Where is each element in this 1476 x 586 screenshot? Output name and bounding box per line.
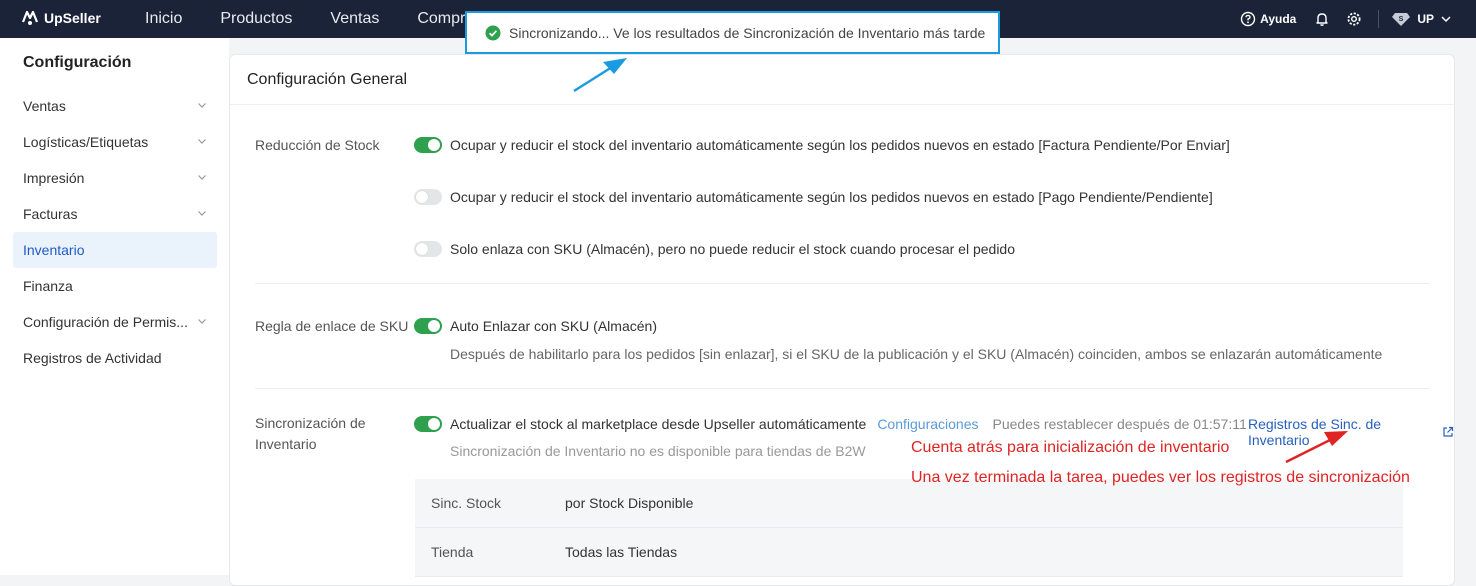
sidebar-item-label: Facturas (23, 206, 78, 222)
chevron-down-icon (197, 136, 207, 149)
gear-icon[interactable] (1346, 11, 1362, 27)
sidebar-item-label: Impresión (23, 170, 85, 186)
bell-icon[interactable] (1314, 11, 1330, 27)
sku-link-label: Regla de enlace de SKU (255, 318, 409, 334)
diamond-icon: S (1391, 11, 1411, 27)
stock-reduction-toggle-2[interactable] (414, 189, 442, 205)
row-key: Sinc. Stock (431, 495, 502, 511)
option-text: Ocupar y reducir el stock del inventario… (450, 189, 1213, 205)
table-row: Tienda Todas las Tiendas (415, 528, 1403, 577)
sku-link-hint: Después de habilitarlo para los pedidos … (450, 346, 1383, 362)
sidebar-item-label: Ventas (23, 98, 66, 114)
nav-ventas[interactable]: Ventas (311, 0, 398, 38)
sidebar-item-label: Logísticas/Etiquetas (23, 134, 149, 150)
chevron-down-icon (197, 172, 207, 185)
chevron-down-icon (197, 208, 207, 221)
user-name: UP (1417, 12, 1434, 26)
help-label: Ayuda (1260, 12, 1297, 26)
section-divider (255, 388, 1429, 389)
toast-text: Sincronizando... Ve los resultados de Si… (509, 24, 986, 41)
annotation-logs: Una vez terminada la tarea, puedes ver l… (911, 469, 1410, 486)
stock-reduction-option-1: Ocupar y reducir el stock del inventario… (414, 137, 1230, 153)
sync-toast: Sincronizando... Ve los resultados de Si… (465, 11, 1000, 54)
sidebar-item-registros[interactable]: Registros de Actividad (13, 340, 217, 376)
sidebar-item-permisos[interactable]: Configuración de Permis... (13, 304, 217, 340)
label-line-2: Inventario (255, 436, 317, 452)
sidebar-item-label: Registros de Actividad (23, 350, 162, 366)
sidebar-item-label: Inventario (23, 242, 85, 258)
chevron-down-icon (197, 100, 207, 113)
sku-link-toggle[interactable] (414, 318, 442, 334)
stock-reduction-toggle-1[interactable] (414, 137, 442, 153)
inventory-sync-hint: Sincronización de Inventario no es dispo… (450, 443, 866, 459)
stock-reduction-label: Reducción de Stock (255, 137, 380, 153)
top-right-tools: Ayuda S UP (1240, 0, 1452, 38)
settings-panel: Configuración General Reducción de Stock… (229, 54, 1455, 586)
row-value: Todas las Tiendas (565, 544, 678, 560)
check-circle-icon (485, 25, 501, 41)
upseller-logo-icon (20, 8, 40, 28)
brand-logo[interactable]: UpSeller (20, 8, 101, 28)
sidebar-menu: Ventas Logísticas/Etiquetas Impresión Fa… (13, 88, 217, 376)
external-link-icon[interactable] (1442, 426, 1454, 438)
section-divider (255, 283, 1429, 284)
sidebar: Configuración Ventas Logísticas/Etiqueta… (0, 38, 229, 575)
option-text: Auto Enlazar con SKU (Almacén) (450, 318, 657, 334)
help-button[interactable]: Ayuda (1240, 11, 1296, 27)
sidebar-title: Configuración (23, 54, 132, 71)
brand-name: UpSeller (44, 10, 101, 26)
stock-reduction-option-3: Solo enlaza con SKU (Almacén), pero no p… (414, 241, 1015, 257)
nav-productos[interactable]: Productos (201, 0, 311, 38)
nav-inicio[interactable]: Inicio (126, 0, 201, 38)
inventory-sync-label: Sincronización de Inventario (255, 413, 366, 455)
option-text: Ocupar y reducir el stock del inventario… (450, 137, 1230, 153)
sidebar-item-ventas[interactable]: Ventas (13, 88, 217, 124)
inventory-sync-option: Actualizar el stock al marketplace desde… (414, 416, 1247, 432)
toolbar-divider (1378, 10, 1380, 28)
sidebar-item-finanza[interactable]: Finanza (13, 268, 217, 304)
inventory-sync-toggle[interactable] (414, 416, 442, 432)
user-menu[interactable]: S UP (1391, 11, 1452, 27)
sidebar-item-inventario[interactable]: Inventario (13, 232, 217, 268)
annotation-countdown: Cuenta atrás para inicialización de inve… (911, 439, 1230, 456)
sku-link-option: Auto Enlazar con SKU (Almacén) (414, 318, 657, 334)
sidebar-item-facturas[interactable]: Facturas (13, 196, 217, 232)
sync-logs-link[interactable]: Registros de Sinc. de Inventario (1248, 416, 1434, 448)
chevron-down-icon (197, 316, 207, 329)
main-nav: Inicio Productos Ventas Compras (126, 0, 501, 38)
svg-text:S: S (1399, 16, 1404, 23)
reset-countdown: Puedes restablecer después de 01:57:11 (992, 416, 1247, 432)
sidebar-item-impresion[interactable]: Impresión (13, 160, 217, 196)
chevron-down-icon (1440, 13, 1452, 25)
label-line-1: Sincronización de (255, 415, 366, 431)
sync-logs: Registros de Sinc. de Inventario (1248, 416, 1454, 448)
sidebar-item-logisticas[interactable]: Logísticas/Etiquetas (13, 124, 217, 160)
sidebar-item-label: Finanza (23, 278, 73, 294)
configurations-link[interactable]: Configuraciones (877, 416, 978, 432)
row-value: por Stock Disponible (565, 495, 694, 511)
sidebar-item-label: Configuración de Permis... (23, 314, 188, 330)
help-icon (1240, 11, 1256, 27)
row-key: Tienda (431, 544, 474, 560)
option-text: Actualizar el stock al marketplace desde… (450, 416, 867, 432)
stock-reduction-toggle-3[interactable] (414, 241, 442, 257)
panel-header: Configuración General (230, 55, 1454, 105)
sync-settings-table: Sinc. Stock por Stock Disponible Tienda … (415, 479, 1403, 577)
page-title: Configuración General (247, 71, 408, 88)
stock-reduction-option-2: Ocupar y reducir el stock del inventario… (414, 189, 1213, 205)
option-text: Solo enlaza con SKU (Almacén), pero no p… (450, 241, 1015, 257)
